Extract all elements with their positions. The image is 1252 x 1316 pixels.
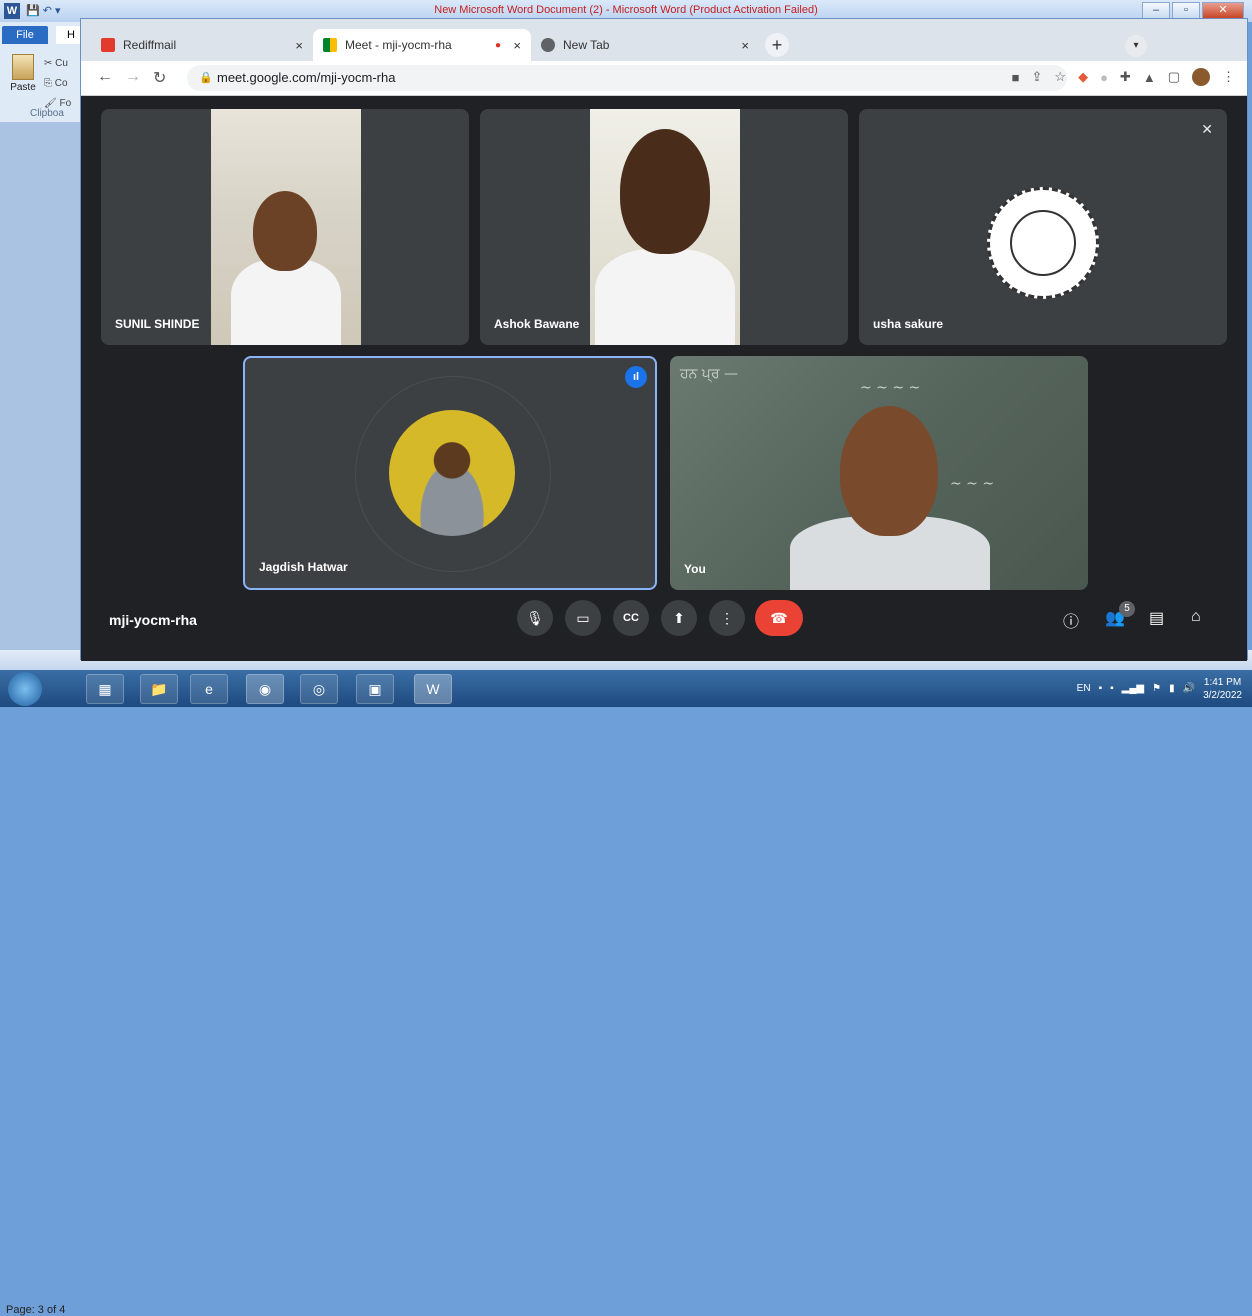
- recording-dot-icon: ●: [494, 39, 501, 51]
- tab-close-icon[interactable]: ×: [513, 38, 521, 53]
- participant-name: usha sakure: [873, 317, 944, 331]
- tab-rediffmail[interactable]: Rediffmail ×: [91, 29, 313, 61]
- self-view-tile[interactable]: ਹਨ ਪ੍ਰ — ~ ~ ~ ~ ~ ~ ~ You: [670, 356, 1088, 590]
- language-indicator[interactable]: EN: [1077, 683, 1091, 694]
- captions-button[interactable]: CC: [613, 600, 649, 636]
- tab-new-tab[interactable]: New Tab ×: [531, 29, 759, 61]
- participant-video: [590, 109, 740, 345]
- paste-button[interactable]: Paste: [8, 54, 38, 93]
- chrome-icon: [541, 38, 555, 52]
- chat-icon[interactable]: ▤: [1149, 608, 1164, 628]
- system-tray: EN ▪ ▪ ▂▄▆ ⚑ ▮ 🔊 1:41 PM 3/2/2022: [1077, 670, 1242, 707]
- participant-name: You: [684, 562, 706, 576]
- calculator-icon[interactable]: ▦: [86, 674, 124, 704]
- participant-name: Jagdish Hatwar: [259, 560, 348, 574]
- signal-icon[interactable]: ▂▄▆: [1122, 683, 1144, 694]
- explorer-icon[interactable]: 📁: [140, 674, 178, 704]
- clipboard-group-label: Clipboa: [30, 108, 64, 119]
- tray-icon[interactable]: ▪: [1110, 683, 1114, 694]
- google-meet-icon: [323, 38, 337, 52]
- tab-search-icon[interactable]: ▾: [1125, 35, 1147, 57]
- participant-name: SUNIL SHINDE: [115, 317, 200, 331]
- address-bar[interactable]: 🔒 meet.google.com/mji-yocm-rha: [187, 65, 1067, 91]
- activities-icon[interactable]: ⌂: [1191, 608, 1201, 626]
- leave-call-button[interactable]: ☎: [755, 600, 803, 636]
- meet-area: SUNIL SHINDE Ashok Bawane ✕ usha sakure …: [81, 96, 1247, 661]
- participant-video: [211, 109, 361, 345]
- tab-bar: Rediffmail × Meet - mji-yocm-rha ● × New…: [81, 19, 1247, 61]
- control-panel-icon[interactable]: ▣: [356, 674, 394, 704]
- mic-off-icon: ✕: [1201, 121, 1213, 137]
- camera-button[interactable]: ▭: [565, 600, 601, 636]
- participant-tile[interactable]: ıl Jagdish Hatwar: [243, 356, 657, 590]
- chrome-beta-icon[interactable]: ◎: [300, 674, 338, 704]
- new-tab-button[interactable]: +: [765, 33, 789, 57]
- present-button[interactable]: ⬆: [661, 600, 697, 636]
- profile-avatar[interactable]: [1192, 68, 1210, 86]
- internet-explorer-icon[interactable]: e: [190, 674, 228, 704]
- rediffmail-icon: [101, 38, 115, 52]
- people-count-badge: 5: [1119, 601, 1135, 617]
- word-document-area: [0, 122, 86, 652]
- extension-icon[interactable]: ◆: [1078, 69, 1088, 85]
- word-taskbar-icon[interactable]: W: [414, 674, 452, 704]
- more-options-button[interactable]: ⋮: [709, 600, 745, 636]
- forward-icon[interactable]: →: [125, 68, 141, 86]
- battery-icon[interactable]: ▮: [1169, 683, 1175, 694]
- reload-icon[interactable]: ↻: [153, 68, 166, 88]
- toolbar-icons: ■ ⇪ ☆ ◆ ● ✚ ▲ ▢ ⋮: [1012, 68, 1235, 86]
- clipboard-items: ✂ Cu ⎘ Co 🖌 Fo: [44, 54, 71, 114]
- menu-icon[interactable]: ⋮: [1222, 69, 1235, 85]
- volume-icon[interactable]: 🔊: [1183, 683, 1195, 694]
- lock-icon: 🔒: [199, 72, 213, 84]
- paste-icon: [12, 54, 34, 80]
- bookmark-star-icon[interactable]: ☆: [1054, 69, 1066, 85]
- page-status[interactable]: Page: 3 of 4: [6, 1304, 65, 1316]
- share-icon[interactable]: ⇪: [1032, 69, 1043, 85]
- tray-icon[interactable]: ▪: [1099, 683, 1103, 694]
- tab-close-icon[interactable]: ×: [741, 38, 749, 53]
- side-panel-icon[interactable]: ▢: [1168, 69, 1180, 85]
- word-window-title: New Microsoft Word Document (2) - Micros…: [434, 4, 818, 16]
- microphone-button[interactable]: 🎙: [517, 600, 553, 636]
- participant-tile[interactable]: SUNIL SHINDE: [101, 109, 469, 345]
- back-icon[interactable]: ←: [97, 68, 113, 86]
- chrome-taskbar-icon[interactable]: ◉: [246, 674, 284, 704]
- cut-button[interactable]: ✂ Cu: [44, 54, 71, 74]
- participant-tile[interactable]: ✕ usha sakure: [859, 109, 1227, 345]
- paste-label: Paste: [10, 82, 36, 93]
- puzzle-icon[interactable]: ✚: [1120, 69, 1131, 85]
- tab-meet[interactable]: Meet - mji-yocm-rha ● ×: [313, 29, 531, 61]
- college-seal-logo: [987, 187, 1099, 299]
- word-ribbon: File H Paste ✂ Cu ⎘ Co 🖌 Fo Clipboa: [0, 22, 86, 123]
- participant-tile[interactable]: Ashok Bawane: [480, 109, 848, 345]
- taskbar: ▦ 📁 e ◉ ◎ ▣ W EN ▪ ▪ ▂▄▆ ⚑ ▮ 🔊 1:41 PM 3…: [0, 670, 1252, 707]
- meeting-code: mji-yocm-rha: [109, 612, 197, 628]
- info-icon[interactable]: ⓘ: [1063, 608, 1079, 632]
- participant-name: Ashok Bawane: [494, 317, 580, 331]
- flag-icon[interactable]: ⚑: [1152, 683, 1161, 694]
- flask-icon[interactable]: ▲: [1143, 70, 1156, 85]
- file-tab[interactable]: File: [2, 26, 48, 44]
- extension-icon[interactable]: ●: [1100, 70, 1108, 85]
- participant-avatar: [389, 410, 515, 536]
- omnibar: ← → ↻ 🔒 meet.google.com/mji-yocm-rha ■ ⇪…: [81, 61, 1247, 96]
- camera-icon[interactable]: ■: [1012, 70, 1020, 85]
- audio-level-icon: ıl: [625, 366, 647, 388]
- start-button[interactable]: [8, 672, 42, 706]
- clock[interactable]: 1:41 PM 3/2/2022: [1203, 676, 1242, 702]
- copy-button[interactable]: ⎘ Co: [44, 74, 71, 94]
- tab-close-icon[interactable]: ×: [295, 38, 303, 53]
- chrome-window: Rediffmail × Meet - mji-yocm-rha ● × New…: [80, 18, 1248, 661]
